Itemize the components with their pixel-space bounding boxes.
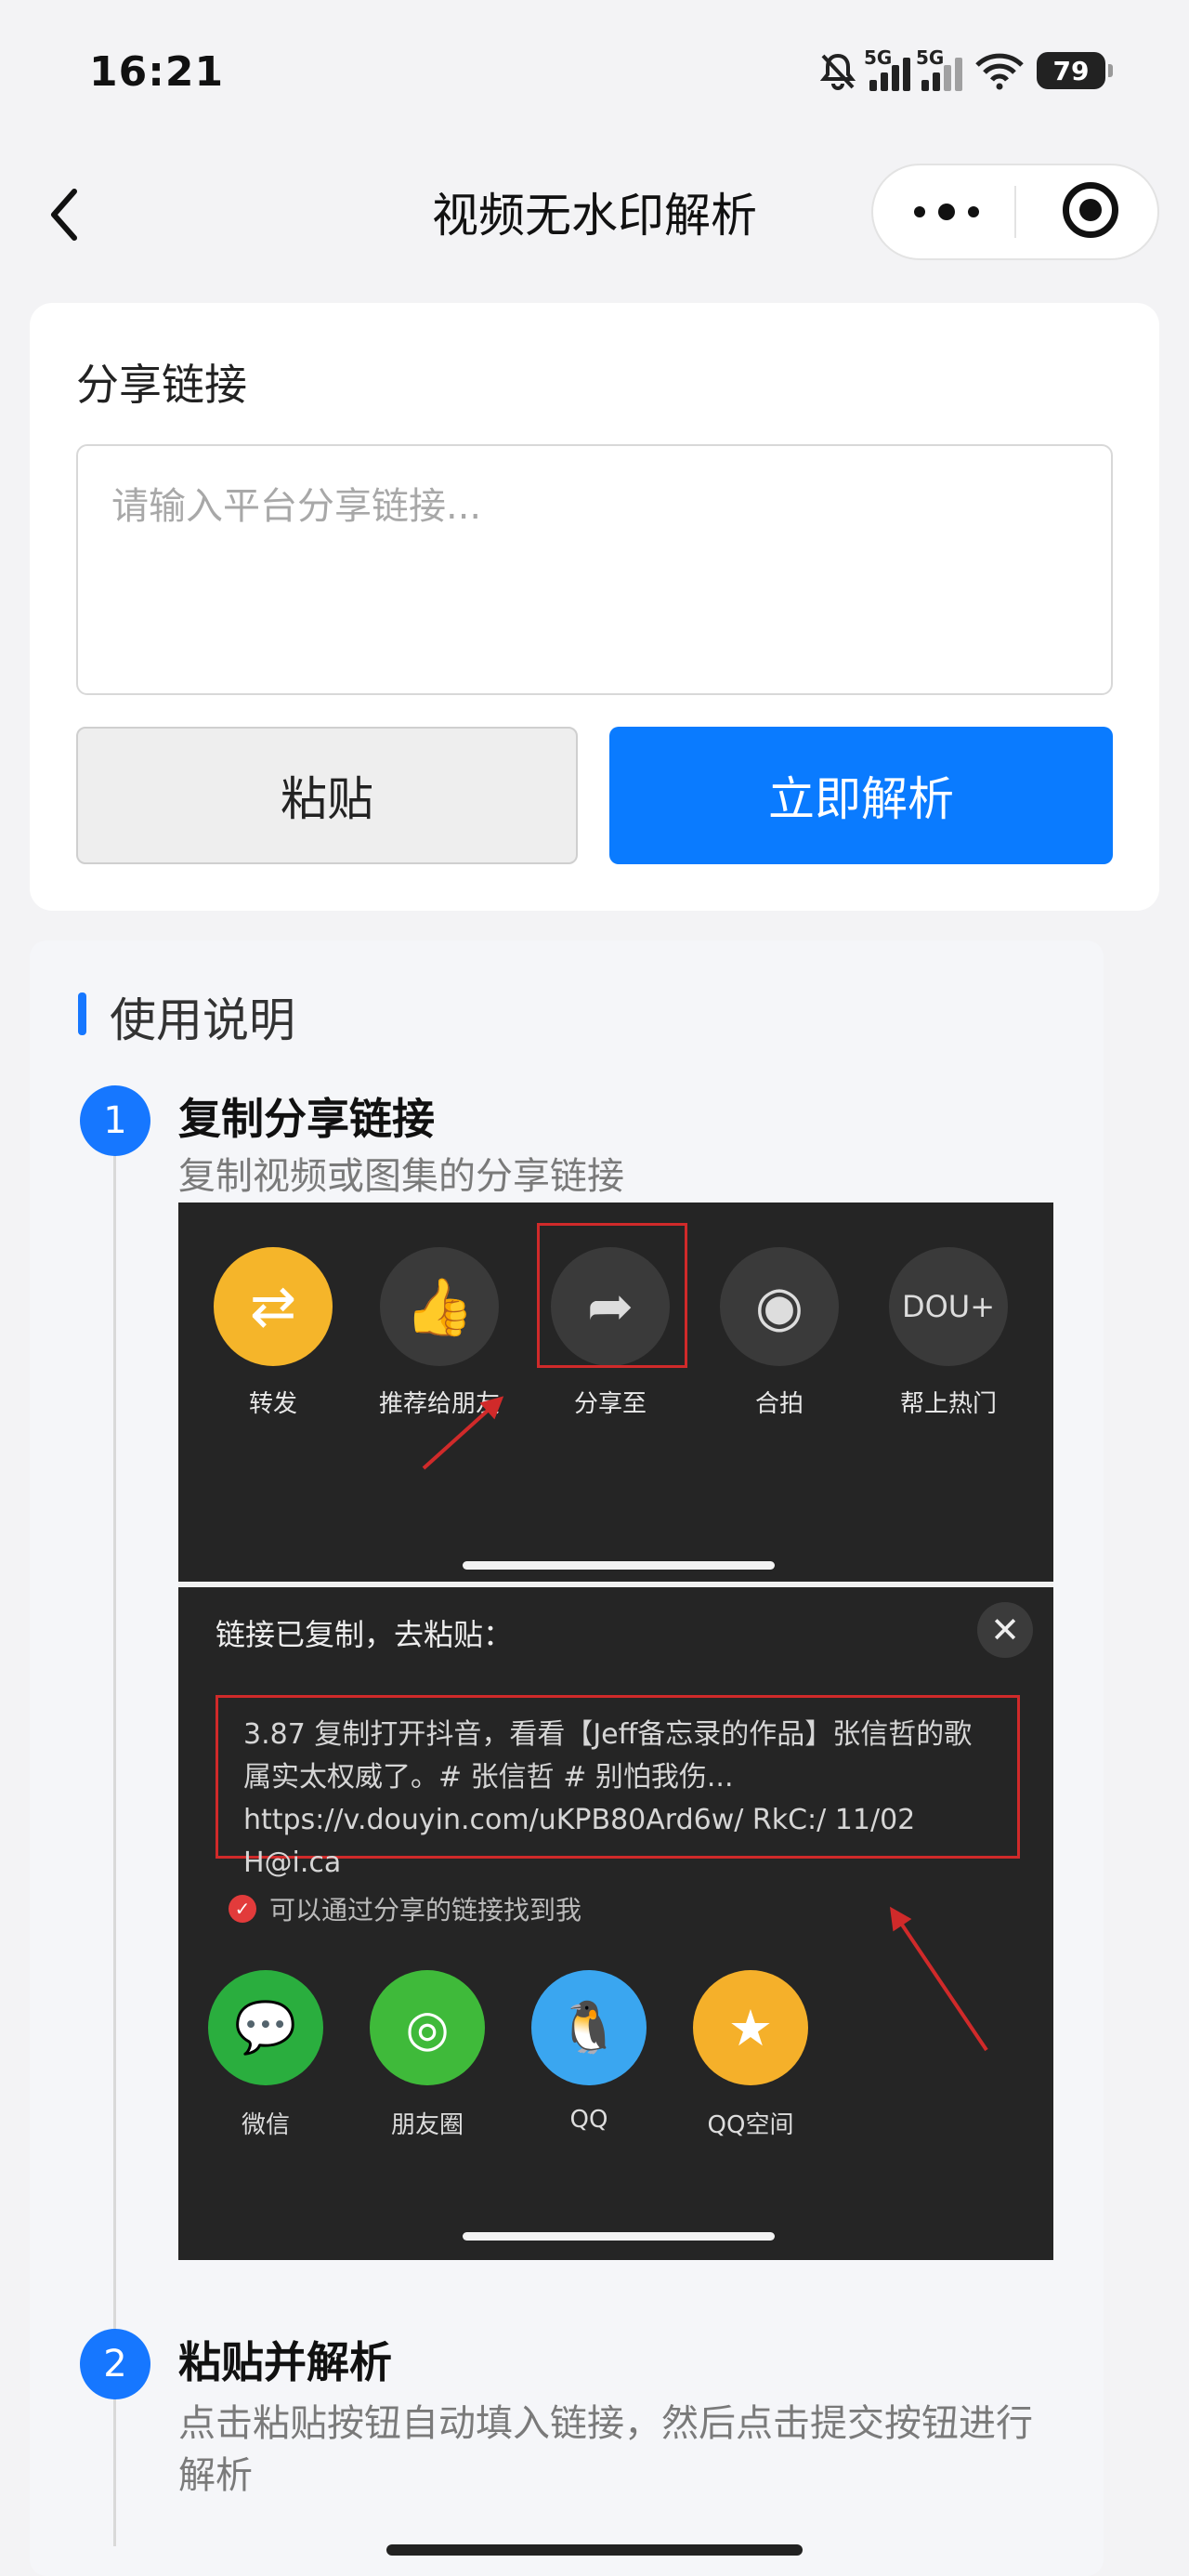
tutorial-screenshot: ⇄ 转发 👍 推荐给朋友 ➦ 分享至 ◉ 合拍 DOU+ 帮上热门 链接已复制，… xyxy=(178,1203,1053,2260)
wechat-icon: 💬 xyxy=(208,1970,323,2085)
qzone-icon: ★ xyxy=(693,1970,808,2085)
status-time: 16:21 xyxy=(89,48,225,96)
share-item-duet: ◉ 合拍 xyxy=(710,1247,849,1419)
app-wechat: 💬 微信 xyxy=(201,1970,331,2140)
mute-bell-icon xyxy=(819,53,856,90)
demo-divider xyxy=(178,1582,1053,1587)
wifi-icon xyxy=(975,53,1024,90)
thumbs-up-icon: 👍 xyxy=(380,1247,499,1366)
home-indicator[interactable] xyxy=(386,2544,803,2556)
share-link-label: 分享链接 xyxy=(76,360,247,410)
status-bar: 16:21 5G 5G 79 xyxy=(0,0,1189,149)
instructions-title: 使用说明 xyxy=(110,993,295,1047)
demo-home-indicator-1 xyxy=(463,1561,775,1570)
dou-plus-icon: DOU+ xyxy=(889,1247,1008,1366)
step-2-number: 2 xyxy=(80,2329,150,2399)
copied-title: 链接已复制，去粘贴： xyxy=(216,1617,514,1652)
qq-icon: 🐧 xyxy=(531,1970,647,2085)
app-qzone: ★ QQ空间 xyxy=(686,1970,816,2140)
signal-2-icon: 5G xyxy=(916,46,962,91)
close-icon: ✕ xyxy=(977,1602,1033,1658)
duet-icon: ◉ xyxy=(720,1247,839,1366)
check-icon: ✓ xyxy=(229,1895,256,1923)
step-1-desc: 复制视频或图集的分享链接 xyxy=(178,1155,624,1198)
parse-button[interactable]: 立即解析 xyxy=(609,727,1113,864)
repost-icon: ⇄ xyxy=(214,1247,333,1366)
app-qq: 🐧 QQ xyxy=(524,1970,654,2134)
section-accent-bar xyxy=(78,992,86,1035)
moments-icon: ◎ xyxy=(370,1970,485,2085)
share-item-recommend: 👍 推荐给朋友 xyxy=(370,1247,509,1419)
close-miniprogram-icon[interactable] xyxy=(1063,182,1118,238)
demo-home-indicator-2 xyxy=(463,2232,775,2241)
find-me-row: ✓ 可以通过分享的链接找到我 xyxy=(229,1890,581,1927)
share-item-hot: DOU+ 帮上热门 xyxy=(879,1247,1018,1419)
copied-text: 3.87 复制打开抖音，看看【Jeff备忘录的作品】张信哲的歌属实太权威了。# … xyxy=(243,1718,973,1879)
red-arrow-2 xyxy=(891,1910,988,2052)
more-icon[interactable] xyxy=(914,204,979,220)
share-link-input[interactable] xyxy=(76,444,1113,695)
status-icons: 5G 5G 79 xyxy=(817,46,1113,91)
signal-1-icon: 5G xyxy=(864,46,910,91)
paste-button[interactable]: 粘贴 xyxy=(76,727,578,864)
share-item-repost: ⇄ 转发 xyxy=(203,1247,343,1419)
step-1-title: 复制分享链接 xyxy=(178,1094,435,1144)
capsule-divider xyxy=(1014,186,1016,238)
highlight-share-to xyxy=(537,1223,687,1368)
step-2-desc: 点击粘贴按钮自动填入链接，然后点击提交按钮进行解析 xyxy=(178,2402,1033,2497)
app-moments: ◎ 朋友圈 xyxy=(362,1970,492,2140)
step-2-title: 粘贴并解析 xyxy=(178,2337,392,2387)
battery-icon: 79 xyxy=(1037,52,1113,89)
step-1-number: 1 xyxy=(80,1085,150,1156)
